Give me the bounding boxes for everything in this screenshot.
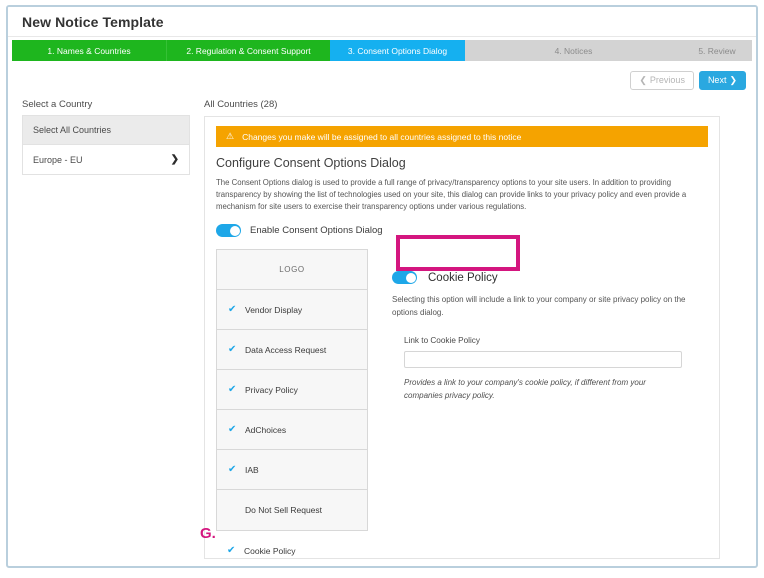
configuration-column: All Countries (28) ⚠ Changes you make wi…	[204, 99, 756, 563]
enable-consent-options-label: Enable Consent Options Dialog	[250, 225, 383, 237]
wizard-step-3-consent-options[interactable]: 3. Consent Options Dialog	[330, 40, 465, 61]
country-list: Select All Countries Europe - EU ❯	[22, 115, 190, 175]
chevron-right-icon: ❯	[170, 154, 179, 165]
list-item-label: LOGO	[279, 265, 305, 275]
previous-button-label: Previous	[649, 74, 685, 85]
chevron-left-icon: ❮	[639, 74, 647, 85]
wizard-step-1-names-countries[interactable]: 1. Names & Countries	[12, 40, 166, 61]
cookie-policy-detail-panel: Cookie Policy Selecting this option will…	[378, 249, 708, 531]
link-to-cookie-policy-label: Link to Cookie Policy	[404, 335, 480, 345]
enable-consent-options-row[interactable]: Enable Consent Options Dialog	[216, 224, 708, 238]
notice-template-window: New Notice Template 1. Names & Countries…	[6, 5, 758, 568]
country-item-label: Europe - EU	[33, 154, 83, 165]
next-button-label: Next	[707, 74, 727, 85]
list-item-data-access-request[interactable]: ✔ Data Access Request	[217, 330, 367, 371]
check-icon: ✔	[228, 303, 237, 315]
list-item-adchoices[interactable]: ✔ AdChoices	[217, 410, 367, 451]
list-item-iab[interactable]: ✔ IAB	[217, 450, 367, 491]
chevron-right-icon: ❯	[729, 74, 737, 85]
wizard-step-2-regulation-consent[interactable]: 2. Regulation & Consent Support	[166, 40, 330, 61]
list-item-label: Data Access Request	[245, 344, 327, 355]
check-icon: ✔	[228, 383, 237, 395]
select-a-country-label: Select a Country	[22, 99, 93, 110]
cookie-policy-toggle[interactable]	[392, 271, 417, 285]
cookie-policy-toggle-row[interactable]: Cookie Policy	[392, 271, 690, 285]
next-button[interactable]: Next ❯	[698, 70, 746, 91]
options-and-detail: LOGO ✔ Vendor Display ✔ Data Access Requ…	[216, 249, 708, 532]
wizard-steps: 1. Names & Countries 2. Regulation & Con…	[12, 40, 752, 61]
wizard-nav-row: ❮ Previous Next ❯	[8, 61, 756, 93]
body-area: Select a Country Select All Countries Eu…	[8, 93, 756, 563]
check-icon: ✔	[228, 463, 237, 475]
warning-banner-text: Changes you make will be assigned to all…	[242, 131, 522, 142]
enable-consent-options-toggle[interactable]	[216, 224, 241, 238]
all-countries-label: All Countries (28)	[204, 99, 278, 110]
country-item-select-all[interactable]: Select All Countries	[23, 116, 189, 145]
list-item-do-not-sell-request[interactable]: ✔ Do Not Sell Request	[217, 490, 367, 530]
list-item-label: AdChoices	[245, 424, 287, 435]
list-item-cookie-policy[interactable]: ✔ Cookie Policy	[216, 531, 368, 566]
window-title-bar: New Notice Template	[8, 7, 756, 37]
section-description: The Consent Options dialog is used to pr…	[216, 178, 687, 212]
list-item-label: IAB	[245, 464, 259, 475]
wizard-step-4-notices[interactable]: 4. Notices	[465, 40, 682, 61]
list-item-privacy-policy[interactable]: ✔ Privacy Policy	[217, 370, 367, 411]
wizard-step-5-review[interactable]: 5. Review	[682, 40, 752, 61]
consent-options-list: LOGO ✔ Vendor Display ✔ Data Access Requ…	[216, 249, 368, 532]
list-item-label: Do Not Sell Request	[245, 505, 323, 516]
list-item-label: Vendor Display	[245, 304, 303, 315]
list-item-label: Cookie Policy	[244, 546, 296, 557]
link-to-cookie-policy-input[interactable]	[404, 350, 682, 368]
warning-triangle-icon: ⚠	[226, 131, 235, 141]
cookie-policy-title: Cookie Policy	[428, 271, 498, 284]
check-icon: ✔	[228, 343, 237, 355]
list-item-label: Privacy Policy	[245, 384, 298, 395]
section-title: Configure Consent Options Dialog	[216, 156, 406, 170]
previous-button[interactable]: ❮ Previous	[630, 70, 694, 91]
country-selector-column: Select a Country Select All Countries Eu…	[8, 99, 204, 563]
country-item-europe-eu[interactable]: Europe - EU ❯	[23, 145, 189, 174]
link-to-cookie-policy-help: Provides a link to your company's cookie…	[404, 377, 646, 400]
country-item-label: Select All Countries	[33, 125, 112, 135]
cookie-policy-description: Selecting this option will include a lin…	[392, 295, 686, 318]
annotation-label-g: G.	[200, 525, 216, 542]
page-title: New Notice Template	[22, 13, 164, 30]
list-item-vendor-display[interactable]: ✔ Vendor Display	[217, 290, 367, 331]
warning-banner: ⚠ Changes you make will be assigned to a…	[216, 126, 708, 147]
configuration-card: ⚠ Changes you make will be assigned to a…	[204, 116, 720, 559]
check-icon: ✔	[228, 423, 237, 435]
check-icon: ✔	[227, 545, 236, 557]
list-item-logo[interactable]: LOGO	[217, 250, 367, 291]
